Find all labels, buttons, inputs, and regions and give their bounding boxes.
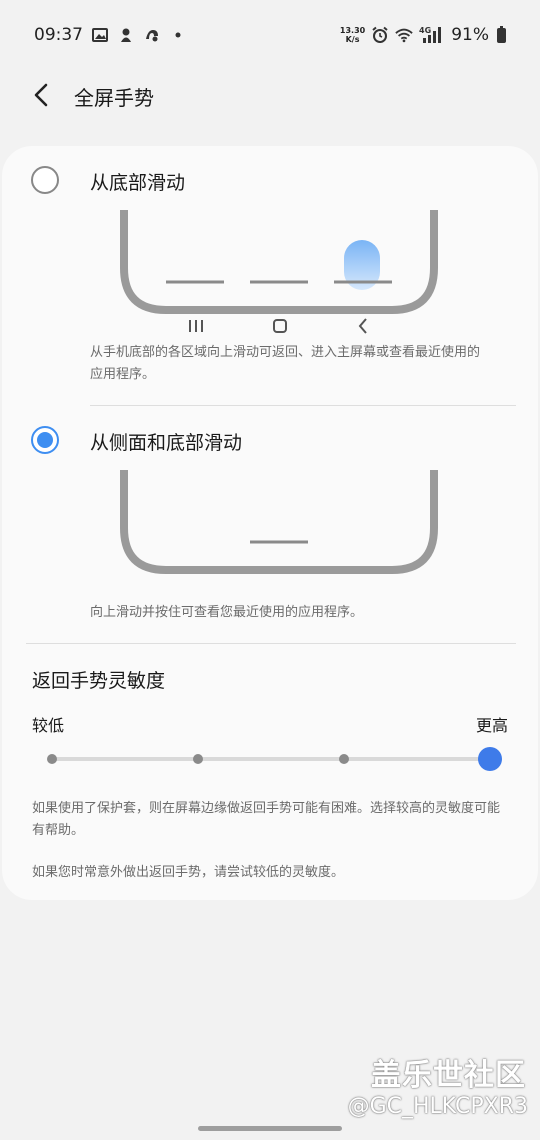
net-speed-value: 13.30 [339,26,366,35]
net-speed-unit: K/s [345,35,360,44]
option-description: 向上滑动并按住可查看您最近使用的应用程序。 [90,605,364,620]
sensitivity-slider[interactable] [47,747,502,771]
battery-percent: 91% [451,25,489,45]
home-icon [273,319,287,333]
status-right: 13.30 K/s 4G 91% [340,25,506,45]
sensitivity-note: 如果使用了保护套，则在屏幕边缘做返回手势可能有困难。选择较高的灵敏度可能有帮助。 [32,801,501,838]
signal-icon: 4G [419,26,445,44]
page-title: 全屏手势 [74,86,154,110]
clock: 09:37 [34,25,83,45]
sensitivity-note: 如果您时常意外做出返回手势，请尝试较低的灵敏度。 [32,865,345,880]
back-button[interactable] [28,82,54,108]
battery-icon [497,25,506,43]
slider-step-dot[interactable] [339,754,349,764]
dot-icon [169,26,187,44]
option-label: 从侧面和底部滑动 [90,432,243,454]
app-icon [143,26,161,44]
slider-track[interactable] [52,757,490,761]
recents-icon [189,320,203,332]
svg-text:4G: 4G [419,26,431,35]
status-left: 09:37 [34,25,187,45]
image-icon [91,26,109,44]
alarm-icon [371,26,389,44]
sensitivity-low-label: 较低 [32,716,65,735]
radio-swipe-side-bottom[interactable] [31,426,59,454]
sensitivity-title: 返回手势灵敏度 [32,670,166,692]
chevron-left-icon [34,83,48,107]
option-label: 从底部滑动 [90,172,186,194]
slider-thumb[interactable] [478,747,502,771]
slider-step-dot[interactable] [193,754,203,764]
swipe-side-bottom-illustration [120,470,438,574]
app-icon [117,26,135,44]
wifi-icon [395,26,413,44]
watermark-handle: @GC_HLKCPXR3 [347,1094,528,1119]
sensitivity-high-label: 更高 [475,716,508,735]
settings-card: 从底部滑动 从手机底部的各区域向上滑动可返回、进入主屏幕或查看最近使用的应用程序… [2,146,538,900]
app-header: 全屏手势 [0,70,540,120]
watermark-title: 盖乐世社区 [371,1058,526,1093]
gesture-home-bar[interactable] [198,1126,342,1131]
divider [90,405,516,406]
swipe-bottom-illustration [120,210,438,334]
net-speed: 13.30 K/s [340,26,365,44]
divider [26,643,516,644]
status-bar: 09:37 13.30 K/s 4G 91% [0,0,540,70]
back-icon [358,318,367,334]
slider-step-dot[interactable] [47,754,57,764]
option-description: 从手机底部的各区域向上滑动可返回、进入主屏幕或查看最近使用的应用程序。 [90,345,481,382]
radio-swipe-bottom[interactable] [31,166,59,194]
